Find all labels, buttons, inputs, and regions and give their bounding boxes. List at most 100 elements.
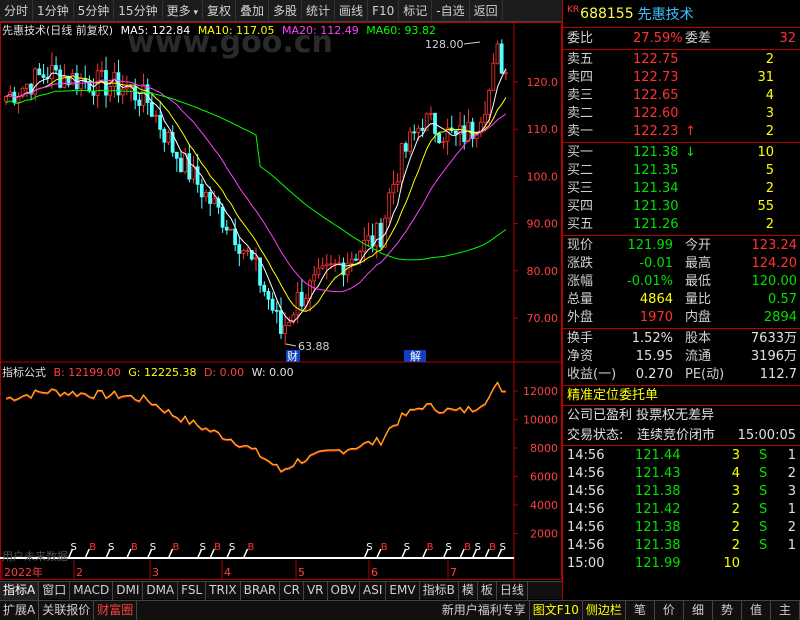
tab-rixian[interactable]: 日线 [497,582,528,600]
main-legend: 先惠技术(日线 前复权) MA5: 122.84 MA10: 117.05 MA… [2,23,440,39]
tb-more[interactable]: 更多 [163,0,203,22]
tb-fuquan[interactable]: 复权 [203,0,236,22]
bid-price[interactable]: 121.30 [633,198,679,216]
tab-zhibiao-b[interactable]: 指标B [420,582,459,600]
tick-row[interactable]: 14:56 121.44 3 S 1 [563,447,800,465]
bid-price[interactable]: 121.38 [633,144,679,162]
tb-huaxian[interactable]: 画线 [335,0,369,22]
bid-label: 买四 [567,199,594,214]
bid-row[interactable]: 买四 121.30 55 [563,198,800,216]
stat2-label: 股本 [685,331,712,346]
tb-diejia[interactable]: 叠加 [236,0,270,22]
tab-macd[interactable]: MACD [70,582,114,600]
buy-signal: B [427,542,434,553]
tab-dmi[interactable]: DMI [113,582,144,600]
tb-duogu[interactable]: 多股 [269,0,303,22]
ask-row[interactable]: 卖五 122.75 2 [563,51,800,69]
chart-svg[interactable]: 120.0 110.0 100.0 90.00 80.00 70.00 12000 10000… [0,22,562,580]
promo-row[interactable]: 精准定位委托单 [563,386,800,406]
ask-row[interactable]: 卖二 122.60 3 [563,105,800,123]
bid-row[interactable]: 买五 121.26 2 [563,216,800,234]
tab-mo[interactable]: 模 [459,582,478,600]
sb-shi[interactable]: 势 [713,601,742,620]
candle-up [295,291,300,316]
tick-row[interactable]: 15:00 121.99 10 [563,555,800,573]
ask-price[interactable]: 122.75 [633,51,679,69]
tab-ban[interactable]: 板 [478,582,497,600]
tb-biaoji[interactable]: 标记 [399,0,433,22]
tick-row[interactable]: 14:56 121.38 2 S 2 [563,519,800,537]
tick-volume: 2 [731,520,740,535]
tick-row[interactable]: 14:56 121.38 2 S 1 [563,537,800,555]
sb-zhi[interactable]: 值 [742,601,771,620]
tab-asi[interactable]: ASI [360,582,387,600]
tb-tongji[interactable]: 统计 [302,0,336,22]
tick-row[interactable]: 14:56 121.42 2 S 1 [563,501,800,519]
tb-fanhui[interactable]: 返回 [470,0,503,22]
tb-15min[interactable]: 15分钟 [114,0,163,22]
sb-zhu[interactable]: 主 [771,601,800,620]
sb-cebian[interactable]: 侧边栏 [583,601,626,620]
bid-row[interactable]: 买二 121.35 5 [563,162,800,180]
bid-price[interactable]: 121.26 [633,216,679,234]
ask-price[interactable]: 122.73 [633,69,679,87]
candle-up [495,43,500,64]
sb-caifu[interactable]: 财富圈 [94,601,138,620]
tab-chuangkou[interactable]: 窗口 [39,582,71,600]
tab-brar[interactable]: BRAR [241,582,281,600]
candle-down [179,157,183,173]
candle-down [224,226,229,231]
high-label: 128.00 [425,38,464,51]
tab-vr[interactable]: VR [304,582,328,600]
sb-jia[interactable]: 价 [655,601,684,620]
ask-row[interactable]: 卖一 122.23 ↑ 2 [563,123,800,141]
tab-dma[interactable]: DMA [143,582,179,600]
tab-zhibiao-a[interactable]: 指标A [0,582,40,600]
legend-ma60: MA60: 93.82 [366,24,436,37]
stat2-row: 换手 1.52% 股本 7633万 [563,330,800,348]
kline-chart-area[interactable]: 120.0 110.0 100.0 90.00 80.00 70.00 12000 10000… [0,22,562,598]
stock-code[interactable]: 688155 [580,6,633,22]
ask-price[interactable]: 122.23 [633,123,679,141]
tab-fsl[interactable]: FSL [178,582,207,600]
indicator-b-line [5,382,506,474]
sb-guanlian[interactable]: 关联报价 [39,601,95,620]
ask-row[interactable]: 卖四 122.73 31 [563,69,800,87]
tab-obv[interactable]: OBV [328,582,361,600]
sb-tuwen[interactable]: 图文F10 [530,601,583,620]
ask-price[interactable]: 122.60 [633,105,679,123]
tick-list[interactable]: 14:56 121.44 3 S 1 14:56 121.43 4 S 2 14:56 121.38 3… [563,446,800,574]
tb-1min[interactable]: 1分钟 [33,0,74,22]
bid-price[interactable]: 121.35 [633,162,679,180]
tb-5min[interactable]: 5分钟 [74,0,115,22]
sub-legend-g: G: 12225.38 [128,366,197,379]
stat2-value: 112.7 [759,367,797,382]
stats2-block: 换手 1.52% 股本 7633万 净资 15.95 流通 3196万 收益(一) 0.270 PE… [563,329,800,386]
tb-fenshi[interactable]: 分时 [0,0,34,22]
bid-price[interactable]: 121.34 [633,180,679,198]
ask-row[interactable]: 卖三 122.65 4 [563,87,800,105]
candle-up [124,87,129,90]
tick-row[interactable]: 14:56 121.43 4 S 2 [563,465,800,483]
tick-row[interactable]: 14:56 121.38 3 S 3 [563,483,800,501]
sb-bi[interactable]: 笔 [626,601,655,620]
stock-name[interactable]: 先惠技术 [638,4,694,24]
bid-row[interactable]: 买一 121.38 ↓ 10 [563,144,800,162]
stat-label: 总量 [567,292,594,307]
cai-badge: 财 [287,349,298,363]
candle-up [387,192,392,219]
tb-zixuan[interactable]: -自选 [432,0,470,22]
sb-kuozhan[interactable]: 扩展A [0,601,40,620]
tab-cr[interactable]: CR [280,582,304,600]
tab-emv[interactable]: EMV [386,582,420,600]
sb-xi[interactable]: 细 [684,601,713,620]
ind-tick-label: 12000 [523,385,558,398]
ask-price[interactable]: 122.65 [633,87,679,105]
tab-trix[interactable]: TRIX [206,582,241,600]
bid-volume: 5 [765,163,774,178]
bid-row[interactable]: 买三 121.34 2 [563,180,800,198]
tb-f10[interactable]: F10 [368,0,400,22]
promo-link[interactable]: 精准定位委托单 [567,386,658,406]
tick-volume: 3 [731,484,740,499]
sb-xinyonghu[interactable]: 新用户福利专享 [439,601,530,620]
